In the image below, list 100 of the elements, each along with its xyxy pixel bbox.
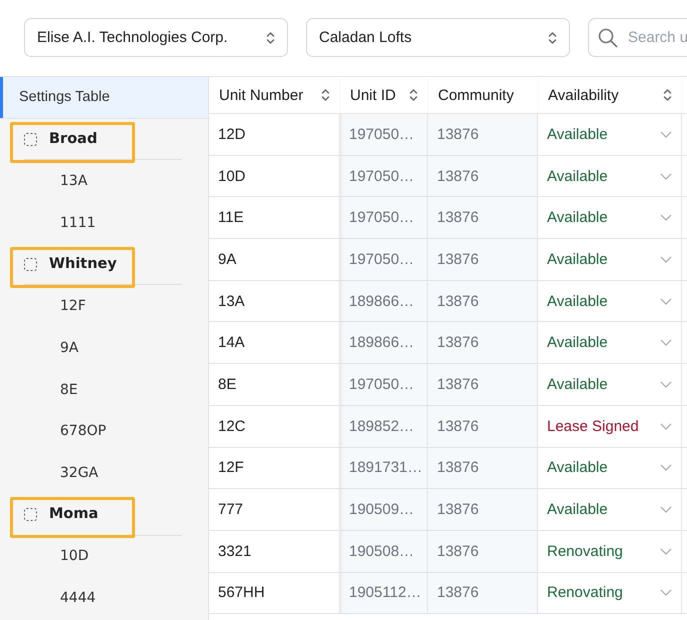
table-cell: 13876 bbox=[428, 530, 538, 573]
status-text: Available bbox=[547, 501, 608, 518]
sidebar-item[interactable]: 13A bbox=[0, 160, 208, 202]
table-cell: 190508… bbox=[340, 530, 428, 573]
status-text: Available bbox=[547, 459, 608, 476]
status-dropdown[interactable]: Available bbox=[538, 239, 682, 281]
column-header[interactable]: Availability bbox=[548, 86, 619, 104]
table-cell: 12F bbox=[209, 448, 340, 490]
table-cell: 13876 bbox=[428, 406, 538, 448]
sidebar-item[interactable]: 32GA bbox=[0, 452, 208, 494]
chevron-down-icon bbox=[660, 214, 672, 222]
dropdown-select[interactable]: Caladan Lofts bbox=[306, 18, 570, 57]
table-cell: 13876 bbox=[428, 489, 538, 531]
status-text: Available bbox=[547, 292, 608, 310]
table-cell: 189866… bbox=[340, 280, 428, 322]
dashed-square-icon bbox=[24, 508, 37, 521]
status-text: Available bbox=[547, 168, 608, 185]
table-cell: 190509… bbox=[340, 489, 428, 531]
table-cell: 13876 bbox=[428, 197, 538, 240]
status-dropdown[interactable]: Available bbox=[538, 156, 682, 198]
chevron-down-icon bbox=[660, 339, 672, 346]
column-header[interactable]: Unit ID bbox=[350, 86, 396, 104]
status-dropdown[interactable]: Renovating bbox=[538, 572, 682, 614]
table-cell: 9A bbox=[209, 239, 340, 281]
group-heading[interactable]: Whitney bbox=[49, 256, 117, 272]
sidebar-item[interactable]: 678OP bbox=[0, 410, 208, 452]
table-cell: 13876 bbox=[428, 322, 538, 364]
chevron-down-icon bbox=[660, 548, 672, 555]
chevron-down-icon bbox=[660, 172, 672, 180]
sidebar-item[interactable]: 12F bbox=[0, 285, 208, 328]
column-header[interactable]: Unit Number bbox=[219, 86, 304, 104]
sidebar-item[interactable]: 8E bbox=[0, 368, 208, 410]
table-cell: 13876 bbox=[428, 280, 538, 322]
group-heading[interactable]: Broad bbox=[49, 131, 98, 148]
status-dropdown[interactable]: Available bbox=[538, 114, 682, 156]
table-cell: 13876 bbox=[428, 239, 538, 281]
table-cell: 13876 bbox=[428, 448, 538, 490]
table-cell: 197050… bbox=[340, 197, 428, 240]
chevron-down-icon bbox=[660, 422, 672, 430]
chevron-down-icon bbox=[660, 298, 672, 305]
dropdown-select[interactable]: Elise A.I. Technologies Corp. bbox=[24, 18, 288, 57]
status-text: Renovating bbox=[547, 542, 623, 560]
table-cell: 1905112… bbox=[340, 572, 428, 614]
table-cell: 3321 bbox=[209, 530, 340, 573]
status-text: Available bbox=[547, 209, 608, 226]
chevron-down-icon bbox=[660, 380, 672, 388]
chevron-down-icon bbox=[660, 130, 672, 138]
table-cell: 11E bbox=[209, 197, 340, 240]
table-cell: 8E bbox=[209, 364, 340, 406]
sidebar-item[interactable]: 4444 bbox=[0, 577, 208, 619]
table-cell: 13876 bbox=[428, 114, 538, 156]
table-cell: 12C bbox=[209, 406, 340, 448]
status-text: Available bbox=[547, 376, 608, 393]
sort-icon[interactable] bbox=[409, 88, 418, 102]
table-cell: 197050… bbox=[340, 156, 428, 198]
table-cell: 197050… bbox=[340, 114, 428, 156]
dashed-square-icon bbox=[24, 132, 37, 146]
table-cell: 13876 bbox=[428, 156, 538, 198]
table-cell: 13876 bbox=[428, 364, 538, 406]
search-field[interactable]: Search u bbox=[588, 18, 687, 57]
chevrons-icon bbox=[548, 30, 557, 44]
sidebar-item[interactable]: 1111 bbox=[0, 202, 208, 244]
status-dropdown[interactable]: Available bbox=[538, 322, 682, 364]
table-cell: 13A bbox=[209, 280, 340, 322]
chevron-down-icon bbox=[660, 464, 672, 472]
column-header[interactable]: Community bbox=[438, 86, 514, 104]
status-dropdown[interactable]: Available bbox=[538, 197, 682, 240]
table-cell: 14A bbox=[209, 322, 340, 364]
status-text: Available bbox=[547, 126, 608, 143]
table-cell: 197050… bbox=[340, 364, 428, 406]
sidebar-item[interactable]: 10D bbox=[0, 536, 208, 578]
status-text: Lease Signed bbox=[547, 418, 639, 435]
group-heading[interactable]: Moma bbox=[49, 506, 98, 522]
sort-icon[interactable] bbox=[321, 88, 330, 102]
chevron-down-icon bbox=[660, 256, 672, 263]
chevron-down-icon bbox=[660, 506, 672, 514]
table-cell: 12D bbox=[209, 114, 340, 156]
search-icon bbox=[598, 28, 618, 48]
sidebar-item[interactable]: Settings Table bbox=[0, 77, 208, 119]
sort-icon[interactable] bbox=[663, 88, 672, 102]
status-dropdown[interactable]: Available bbox=[538, 364, 682, 406]
status-dropdown[interactable]: Available bbox=[538, 448, 682, 490]
table-cell: 189866… bbox=[340, 322, 428, 364]
table-cell: 777 bbox=[209, 489, 340, 531]
status-dropdown[interactable]: Lease Signed bbox=[538, 406, 682, 448]
dashed-square-icon bbox=[24, 258, 37, 271]
chevron-down-icon bbox=[660, 589, 672, 596]
table-cell: 13876 bbox=[428, 572, 538, 614]
table-cell: 1891731… bbox=[340, 448, 428, 490]
status-text: Available bbox=[547, 250, 608, 268]
status-text: Renovating bbox=[547, 584, 623, 602]
status-dropdown[interactable]: Renovating bbox=[538, 530, 682, 573]
table-cell: 567HH bbox=[209, 572, 340, 614]
table-cell: 197050… bbox=[340, 239, 428, 281]
chevrons-icon bbox=[266, 30, 275, 44]
table-cell: 10D bbox=[209, 156, 340, 198]
status-text: Available bbox=[547, 334, 608, 352]
sidebar-item[interactable]: 9A bbox=[0, 327, 208, 369]
status-dropdown[interactable]: Available bbox=[538, 489, 682, 531]
status-dropdown[interactable]: Available bbox=[538, 280, 682, 322]
